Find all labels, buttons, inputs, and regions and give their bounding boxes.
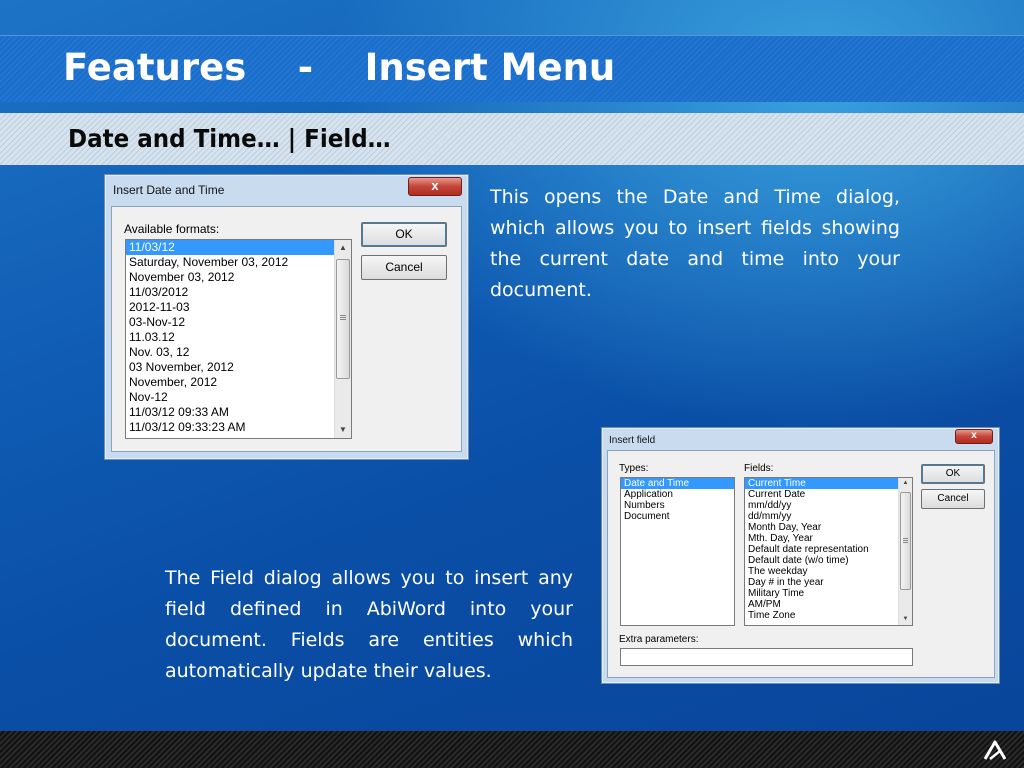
ok-button[interactable]: OK — [361, 222, 447, 247]
scroll-down-arrow-icon[interactable]: ▼ — [335, 425, 351, 434]
footer-bar — [0, 731, 1024, 768]
scrollbar[interactable]: ▲ ▼ — [898, 478, 912, 625]
fields-label: Fields: — [744, 463, 774, 474]
types-label: Types: — [619, 463, 649, 474]
close-button[interactable]: x — [408, 177, 462, 196]
insert-field-dialog: Insert field x Types: Date and Time Appli… — [601, 427, 1000, 684]
formats-list: 11/03/12 Saturday, November 03, 2012 Novem… — [126, 240, 351, 435]
fields-listbox[interactable]: Current Time Current Date mm/dd/yy dd/mm/yy… — [744, 477, 913, 626]
dialog-body: Types: Date and Time Application Numbers Do… — [607, 450, 995, 678]
cancel-button[interactable]: Cancel — [921, 489, 985, 509]
formats-listbox[interactable]: 11/03/12 Saturday, November 03, 2012 Novem… — [125, 239, 352, 439]
extra-parameters-value — [621, 654, 624, 665]
fields-list: Current Time Current Date mm/dd/yy dd/mm/yy… — [745, 478, 912, 621]
slide-title: Features - Insert Menu — [63, 46, 616, 89]
list-item[interactable]: Default date (w/o time) — [745, 555, 912, 566]
close-button[interactable]: x — [955, 429, 993, 444]
list-item[interactable]: 11.03.12 — [126, 330, 351, 345]
dialog-title: Insert Date and Time — [113, 183, 225, 197]
list-item[interactable]: Month Day, Year — [745, 522, 912, 533]
list-item[interactable]: 11/03/2012 — [126, 285, 351, 300]
list-item[interactable]: dd/mm/yy — [745, 511, 912, 522]
list-item[interactable]: 03 November, 2012 — [126, 360, 351, 375]
scroll-up-arrow-icon[interactable]: ▲ — [335, 243, 351, 252]
list-item[interactable]: Mth. Day, Year — [745, 533, 912, 544]
list-item[interactable]: 11/03/12 09:33 AM — [126, 405, 351, 420]
list-item[interactable]: Numbers — [621, 500, 734, 511]
insert-date-time-dialog: Insert Date and Time x Available formats… — [104, 174, 469, 460]
ok-button[interactable]: OK — [921, 464, 985, 484]
list-item[interactable]: 03-Nov-12 — [126, 315, 351, 330]
close-icon: x — [971, 430, 977, 441]
list-item[interactable]: mm/dd/yy — [745, 500, 912, 511]
list-item[interactable]: Document — [621, 511, 734, 522]
list-item[interactable]: Current Date — [745, 489, 912, 500]
list-item[interactable]: 2012-11-03 — [126, 300, 351, 315]
field-dialog-description: The Field dialog allows you to insert an… — [165, 567, 573, 682]
list-item[interactable]: 11/03/12 — [126, 240, 351, 255]
list-item[interactable]: Nov. 03, 12 — [126, 345, 351, 360]
dialog-body: Available formats: 11/03/12 Saturday, Nov… — [111, 206, 462, 452]
slide-subtitle: Date and Time… | Field… — [68, 124, 391, 153]
scrollbar-thumb[interactable] — [336, 259, 350, 379]
available-formats-label: Available formats: — [124, 222, 220, 236]
list-item[interactable]: AM/PM — [745, 599, 912, 610]
list-item[interactable]: Military Time — [745, 588, 912, 599]
extra-parameters-input[interactable] — [620, 648, 913, 666]
date-dialog-description: This opens the Date and Time dialog, whi… — [490, 186, 900, 301]
close-icon: x — [431, 178, 439, 193]
types-list: Date and Time Application Numbers Document — [621, 478, 734, 522]
list-item[interactable]: Saturday, November 03, 2012 — [126, 255, 351, 270]
cancel-button[interactable]: Cancel — [361, 255, 447, 280]
list-item[interactable]: Day # in the year — [745, 577, 912, 588]
list-item[interactable]: The weekday — [745, 566, 912, 577]
abiword-a-logo-icon — [983, 740, 1007, 760]
extra-parameters-label: Extra parameters: — [619, 634, 699, 645]
list-item[interactable]: 11/03/12 09:33:23 AM — [126, 420, 351, 435]
scrollbar-thumb[interactable] — [900, 492, 911, 590]
list-item[interactable]: Application — [621, 489, 734, 500]
list-item[interactable]: Time Zone — [745, 610, 912, 621]
list-item[interactable]: November, 2012 — [126, 375, 351, 390]
list-item[interactable]: Date and Time — [621, 478, 734, 489]
list-item[interactable]: Current Time — [745, 478, 912, 489]
list-item[interactable]: November 03, 2012 — [126, 270, 351, 285]
scroll-down-arrow-icon[interactable]: ▼ — [899, 616, 912, 622]
list-item[interactable]: Nov-12 — [126, 390, 351, 405]
scroll-up-arrow-icon[interactable]: ▲ — [899, 480, 912, 486]
scrollbar[interactable]: ▲ ▼ — [334, 240, 351, 438]
list-item[interactable]: Default date representation — [745, 544, 912, 555]
types-listbox[interactable]: Date and Time Application Numbers Document — [620, 477, 735, 626]
dialog-title: Insert field — [609, 435, 656, 446]
